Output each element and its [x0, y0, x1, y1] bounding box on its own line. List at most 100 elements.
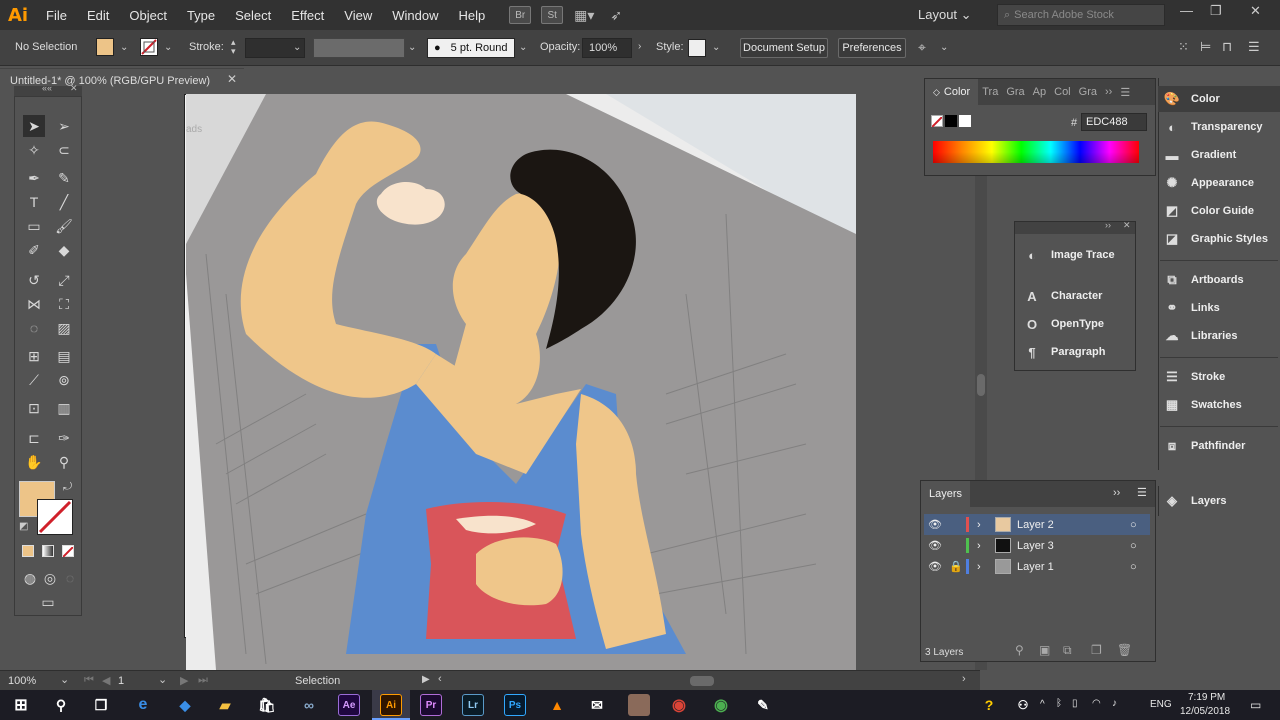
style-dropdown-icon[interactable]: ⌄ — [712, 42, 720, 53]
color-spectrum[interactable] — [933, 141, 1139, 163]
stroke-weight-dropdown-icon[interactable]: ⌄ — [293, 42, 301, 53]
graphic-style-swatch[interactable] — [688, 39, 706, 57]
menu-file[interactable]: File — [36, 8, 77, 23]
perspective-grid-tool-icon[interactable]: ▨ — [53, 317, 75, 339]
photoshop-icon[interactable]: Ps — [504, 694, 526, 716]
character-item[interactable]: A Character — [1023, 289, 1102, 304]
menu-type[interactable]: Type — [177, 8, 225, 23]
premiere-icon[interactable]: Pr — [420, 694, 442, 716]
dock-appearance[interactable]: ✺ Appearance — [1163, 175, 1273, 190]
panel-expand-icon[interactable]: ›› — [1101, 86, 1116, 98]
search-icon[interactable]: ⚲ — [50, 694, 72, 716]
tab-appearance[interactable]: Ap — [1029, 86, 1050, 98]
tab-color[interactable]: ◇ Color — [925, 79, 979, 105]
target-circle-icon[interactable]: ○ — [1130, 540, 1150, 552]
white-swatch[interactable] — [959, 115, 971, 127]
lightroom-icon[interactable]: Lr — [462, 694, 484, 716]
type-tool-icon[interactable]: T — [23, 191, 45, 213]
menu-view[interactable]: View — [334, 8, 382, 23]
hand-tool-icon[interactable]: ✋ — [23, 451, 45, 473]
menu-edit[interactable]: Edit — [77, 8, 119, 23]
status-menu-icon[interactable]: ▶ — [422, 674, 430, 685]
opentype-item[interactable]: O OpenType — [1023, 317, 1104, 332]
layer-row-1[interactable]: 👁 🔒 › Layer 1 ○ — [924, 556, 1150, 577]
minimize-icon[interactable]: — — [1180, 3, 1193, 18]
chrome-icon[interactable]: ◉ — [668, 694, 690, 716]
clock-time[interactable]: 7:19 PM — [1188, 692, 1225, 703]
dock-graphic-styles[interactable]: ◪ Graphic Styles — [1163, 231, 1273, 246]
preferences-button[interactable]: Preferences — [838, 38, 906, 58]
tab-graphic-styles[interactable]: Gra — [1075, 86, 1101, 98]
first-artboard-icon[interactable]: ⏮ — [84, 674, 94, 687]
restore-icon[interactable]: ❐ — [1210, 3, 1222, 19]
gpu-performance-icon[interactable]: ➶ — [605, 6, 627, 24]
menu-select[interactable]: Select — [225, 8, 281, 23]
stroke-dropdown-icon[interactable]: ⌄ — [164, 42, 172, 53]
none-swatch-icon[interactable] — [931, 115, 943, 128]
layers-menu-icon[interactable]: ☰ — [1137, 486, 1147, 499]
horizontal-scrollbar-thumb[interactable] — [690, 676, 714, 686]
dock-swatches[interactable]: ▦ Swatches — [1163, 397, 1273, 412]
lock-icon[interactable]: 🔒 — [946, 560, 966, 573]
expand-layer-icon[interactable]: › — [977, 519, 995, 531]
floating-panel-header[interactable]: ›› ✕ — [1015, 220, 1135, 234]
default-fill-stroke-icon[interactable]: ◩ — [19, 521, 28, 532]
new-layer-icon[interactable]: ❐ — [1091, 643, 1102, 657]
clipping-mask-icon[interactable]: ▣ — [1039, 643, 1050, 657]
blend-tool-icon[interactable]: ⊚ — [53, 369, 75, 391]
draw-behind-icon[interactable]: ◎ — [39, 567, 61, 589]
arrange-documents-icon[interactable]: ▦▾ — [573, 6, 595, 24]
eyedropper-tool-icon[interactable]: ⟋ — [23, 369, 45, 391]
slice-tool-icon[interactable]: ✑ — [53, 427, 75, 449]
tab-color-guide[interactable]: Col — [1050, 86, 1075, 98]
brush-definition[interactable]: ● 5 pt. Round — [427, 38, 515, 58]
dropbox-icon[interactable]: ◆ — [174, 694, 196, 716]
layer-row-3[interactable]: 👁 › Layer 3 ○ — [924, 535, 1150, 556]
artboard-tool-icon[interactable]: ⊏ — [23, 427, 45, 449]
paintbrush-tool-icon[interactable]: 🖌 — [53, 215, 75, 237]
new-sublayer-icon[interactable]: ⧉ — [1063, 643, 1072, 658]
paragraph-item[interactable]: ¶ Paragraph — [1023, 345, 1105, 360]
draw-inside-icon[interactable]: ◌ — [59, 567, 81, 589]
gradient-tool-icon[interactable]: ▤ — [53, 345, 75, 367]
locate-object-icon[interactable]: ⚲ — [1015, 643, 1024, 657]
bridge-button[interactable]: Br — [509, 6, 532, 24]
illustrator-taskbar-icon[interactable]: Ai — [380, 694, 402, 716]
zoom-level[interactable]: 100% — [8, 675, 36, 687]
visibility-eye-icon[interactable]: 👁 — [924, 539, 946, 552]
bluetooth-icon[interactable]: ᛒ — [1056, 698, 1062, 709]
last-artboard-icon[interactable]: ⏭ — [198, 674, 208, 687]
dock-links[interactable]: ⚭ Links — [1163, 300, 1273, 315]
language-indicator[interactable]: ENG — [1150, 699, 1172, 710]
scale-tool-icon[interactable]: ⤢ — [53, 269, 75, 291]
artboard-dropdown-icon[interactable]: ⌄ — [158, 673, 167, 686]
infinity-app-icon[interactable]: ∞ — [298, 694, 320, 716]
dock-color-guide[interactable]: ◩ Color Guide — [1163, 203, 1273, 218]
close-panel-icon[interactable]: ✕ — [1123, 220, 1131, 231]
layer-name[interactable]: Layer 3 — [1017, 540, 1130, 552]
stock-button[interactable]: St — [541, 6, 564, 24]
transform-icon[interactable]: ⊨ — [1200, 39, 1211, 55]
graph-tool-icon[interactable]: ▥ — [53, 397, 75, 419]
panel-menu-icon[interactable]: ☰ — [1248, 39, 1260, 55]
rotate-tool-icon[interactable]: ↺ — [23, 269, 45, 291]
dock-artboards[interactable]: ⧉ Artboards — [1163, 272, 1273, 287]
color-mode-icon[interactable] — [22, 545, 34, 557]
dock-stroke[interactable]: ☰ Stroke — [1163, 369, 1273, 384]
clock-date[interactable]: 12/05/2018 — [1180, 706, 1230, 717]
document-setup-button[interactable]: Document Setup — [740, 38, 828, 58]
vertical-scrollbar-thumb[interactable] — [977, 374, 985, 396]
layer-row-2[interactable]: 👁 › Layer 2 ○ — [924, 514, 1150, 535]
artwork-illustration[interactable]: ads — [186, 94, 856, 670]
collapse-panel-icon[interactable]: ›› — [1105, 220, 1111, 230]
artboard-number[interactable]: 1 — [118, 675, 124, 687]
align-icon[interactable]: ⁙ — [1178, 39, 1189, 55]
opacity-field[interactable]: 100% — [582, 38, 632, 58]
close-document-icon[interactable]: ✕ — [227, 72, 237, 86]
none-mode-icon[interactable] — [62, 545, 74, 558]
profile-dropdown-icon[interactable]: ⌄ — [408, 42, 416, 53]
free-transform-tool-icon[interactable]: ⛶ — [53, 293, 75, 315]
layer-name[interactable]: Layer 1 — [1017, 561, 1130, 573]
pen-tool-icon[interactable]: ✒ — [23, 167, 45, 189]
visibility-eye-icon[interactable]: 👁 — [924, 518, 946, 531]
